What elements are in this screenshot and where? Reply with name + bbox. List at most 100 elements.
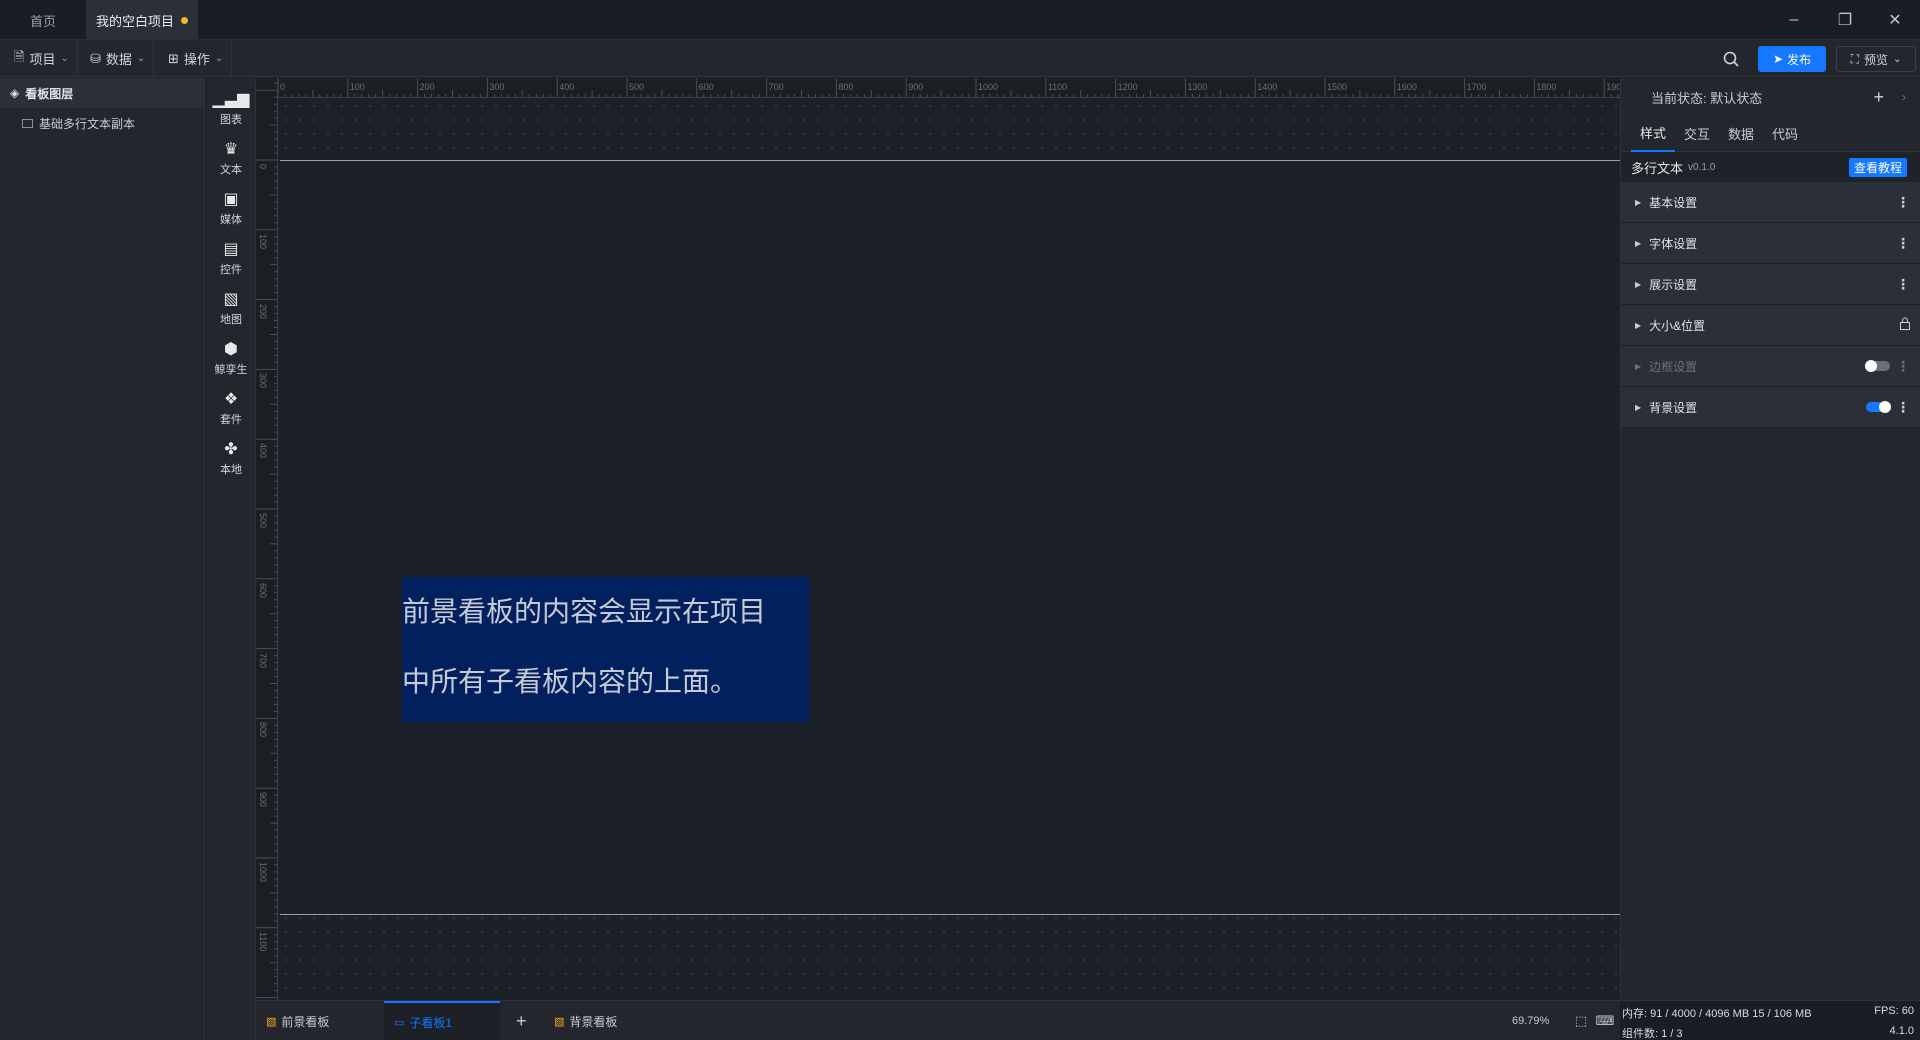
menu-project[interactable]: 🗎 项目 ⌄ xyxy=(6,40,78,77)
fullscreen-icon: ⛶ xyxy=(1850,51,1859,66)
preview-button[interactable]: ⛶ 预览 ⌄ xyxy=(1836,46,1916,72)
kebab-menu-icon[interactable]: ⋮ xyxy=(1896,358,1910,375)
tab-interaction[interactable]: 交互 xyxy=(1675,116,1719,152)
multiline-text-component[interactable]: 前景看板的内容会显示在项目 中所有子看板内容的上面。 xyxy=(402,577,809,722)
component-twin[interactable]: ⬢ 鲸孪生 xyxy=(206,334,256,384)
section-display[interactable]: ▶ 展示设置 ⋮ xyxy=(1621,264,1920,305)
section-border[interactable]: ▶ 边框设置 ⋮ xyxy=(1621,346,1920,387)
close-icon[interactable]: ✕ xyxy=(1883,8,1907,32)
ruler-label: 1300 xyxy=(1187,82,1208,92)
text-layer-icon xyxy=(22,118,33,128)
component-widget-label: 控件 xyxy=(220,263,242,276)
ruler-label: 500 xyxy=(629,82,645,92)
tab-data-label: 数据 xyxy=(1728,127,1755,142)
puzzle-icon: ✤ xyxy=(224,440,238,458)
map-icon: ▧ xyxy=(223,290,239,308)
section-background-label: 背景设置 xyxy=(1649,400,1698,415)
component-media[interactable]: ▣ 媒体 xyxy=(206,184,256,234)
grid-icon: ⊞ xyxy=(168,50,179,66)
dashboard-board[interactable] xyxy=(280,160,1620,915)
component-suite-label: 套件 xyxy=(220,413,242,426)
chevron-down-icon: ⌄ xyxy=(136,53,146,64)
menu-data-label: 数据 xyxy=(105,52,132,67)
search-icon xyxy=(1723,51,1739,67)
background-toggle[interactable] xyxy=(1866,401,1891,413)
caret-right-icon: ▶ xyxy=(1635,197,1642,207)
preview-label: 预览 xyxy=(1864,52,1889,67)
foreground-icon: ▧ xyxy=(266,1015,277,1028)
tab-data[interactable]: 数据 xyxy=(1719,116,1763,152)
section-size-position[interactable]: ▶ 大小&位置 xyxy=(1621,305,1920,346)
kebab-menu-icon[interactable]: ⋮ xyxy=(1896,399,1910,416)
ruler-label: 600 xyxy=(698,82,714,92)
cube-icon: ⬢ xyxy=(224,340,238,358)
ruler-label: 300 xyxy=(489,82,505,92)
board-tab-sub1[interactable]: ▭ 子看板1 xyxy=(384,1001,500,1040)
add-state-icon[interactable]: + xyxy=(1873,87,1884,108)
tab-project[interactable]: 我的空白项目 xyxy=(86,0,198,40)
ruler-label: 1400 xyxy=(1257,82,1278,92)
property-panel: 当前状态: 默认状态 + › 样式 交互 数据 代码 多行文本 v0.1.0 查… xyxy=(1620,78,1920,1000)
add-board-button[interactable]: + xyxy=(506,1001,537,1040)
background-icon: ▧ xyxy=(554,1015,565,1028)
section-basic[interactable]: ▶ 基本设置 ⋮ xyxy=(1621,182,1920,223)
tab-code[interactable]: 代码 xyxy=(1763,116,1807,152)
section-background[interactable]: ▶ 背景设置 ⋮ xyxy=(1621,387,1920,428)
ruler-vertical[interactable]: 0 100 200 300 400 500 600 700 800 900 1000 1100 xyxy=(256,78,278,1000)
kebab-menu-icon[interactable]: ⋮ xyxy=(1896,235,1910,252)
tab-interaction-label: 交互 xyxy=(1684,127,1711,142)
chevron-down-icon: ⌄ xyxy=(60,53,69,64)
chevron-right-icon[interactable]: › xyxy=(1902,90,1906,104)
board-tab-foreground[interactable]: ▧ 前景看板 xyxy=(256,1001,339,1040)
section-font[interactable]: ▶ 字体设置 ⋮ xyxy=(1621,223,1920,264)
unsaved-dot-icon xyxy=(181,17,188,24)
border-toggle[interactable] xyxy=(1865,360,1890,372)
component-text[interactable]: ♛ 文本 xyxy=(206,134,256,184)
tab-home[interactable]: 首页 xyxy=(0,0,86,40)
document-icon: 🗎 xyxy=(14,48,25,64)
component-local-label: 本地 xyxy=(220,463,242,476)
minimize-icon[interactable]: – xyxy=(1782,8,1806,32)
fit-screen-icon[interactable]: ⬚ xyxy=(1572,1013,1590,1029)
restore-icon[interactable]: ❐ xyxy=(1833,8,1857,32)
lock-shape xyxy=(1900,317,1910,330)
tab-style[interactable]: 样式 xyxy=(1631,116,1676,152)
menu-data[interactable]: ⛁ 数据 ⌄ xyxy=(82,40,155,77)
screen-icon: ▭ xyxy=(394,1016,405,1029)
kebab-menu-icon[interactable]: ⋮ xyxy=(1896,194,1910,211)
caret-right-icon: ▶ xyxy=(1635,279,1642,289)
app-version: 4.1.0 xyxy=(1889,1025,1914,1037)
title-bar: 首页 我的空白项目 – ❐ ✕ xyxy=(0,0,1920,40)
tutorial-button[interactable]: 查看教程 xyxy=(1848,158,1907,177)
menu-operation[interactable]: ⊞ 操作 ⌄ xyxy=(160,40,233,77)
component-chart-label: 图表 xyxy=(220,113,242,126)
database-icon: ⛁ xyxy=(90,50,101,66)
component-local[interactable]: ✤ 本地 xyxy=(206,434,256,484)
caret-right-icon: ▶ xyxy=(1635,238,1642,248)
component-widget[interactable]: ▤ 控件 xyxy=(206,234,256,284)
board-tab-background-label: 背景看板 xyxy=(569,1014,618,1029)
component-chart[interactable]: ▁▃▆ 图表 xyxy=(206,84,256,134)
publish-button[interactable]: ➤ 发布 xyxy=(1758,46,1826,72)
board-tab-background[interactable]: ▧ 背景看板 xyxy=(544,1001,627,1040)
search-button[interactable] xyxy=(1718,46,1744,72)
zoom-level[interactable]: 69.79% xyxy=(1512,1001,1549,1040)
toggle-knob xyxy=(1865,360,1877,372)
ruler-label: 300 xyxy=(258,373,268,389)
ruler-label: 700 xyxy=(768,82,784,92)
tab-code-label: 代码 xyxy=(1772,127,1799,142)
publish-label: 发布 xyxy=(1787,52,1812,67)
component-suite[interactable]: ❖ 套件 xyxy=(206,384,256,434)
keyboard-icon[interactable]: ⌨ xyxy=(1596,1013,1615,1029)
component-map[interactable]: ▧ 地图 xyxy=(206,284,256,334)
kebab-menu-icon[interactable]: ⋮ xyxy=(1896,276,1910,293)
component-version: v0.1.0 xyxy=(1688,161,1716,173)
layer-item[interactable]: 基础多行文本副本 xyxy=(0,108,204,138)
property-tabs: 样式 交互 数据 代码 xyxy=(1621,116,1920,152)
component-count: 组件数: 1 / 3 xyxy=(1622,1028,1683,1040)
text-line-1: 前景看板的内容会显示在项目 xyxy=(402,596,767,627)
lock-icon[interactable] xyxy=(1899,317,1911,333)
ruler-label: 1100 xyxy=(258,931,268,952)
ruler-horizontal[interactable]: 0 100 200 300 400 500 600 700 800 900 1000 1100 1200… xyxy=(278,78,1620,98)
ruler-label: 200 xyxy=(258,303,268,319)
